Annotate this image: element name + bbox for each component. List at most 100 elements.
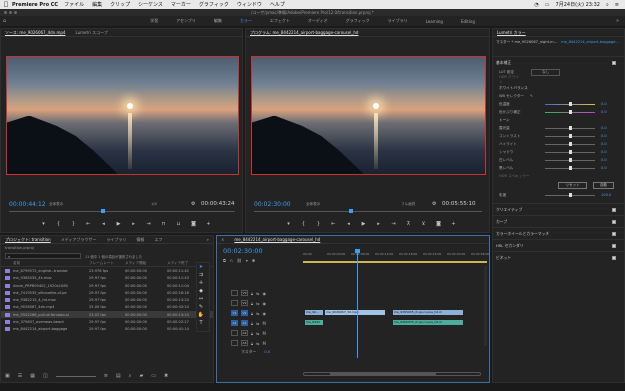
step-forward-icon[interactable]: ▸ (376, 221, 382, 227)
timeline-ruler[interactable]: 00:00 00:02:00:00 00:02:06:00 00:02:12:00 00… (303, 250, 489, 260)
tone-value[interactable]: 0.0 (601, 166, 607, 170)
menu-file[interactable]: ファイル (64, 1, 84, 8)
tone-slider[interactable] (545, 126, 595, 130)
tint-slider[interactable] (545, 110, 595, 114)
curves-enable-checkbox[interactable] (612, 219, 616, 224)
playhead-handle[interactable] (355, 249, 360, 253)
workspace-audio[interactable]: オーディオ (299, 18, 337, 24)
tab-info[interactable]: 情報 (136, 237, 144, 243)
tint-value[interactable]: 0.0 (601, 110, 607, 114)
source-patch[interactable]: A1 (231, 320, 238, 326)
program-quality-select[interactable]: フル画質 (401, 202, 415, 207)
eye-icon[interactable]: ◉ (263, 301, 267, 306)
pen-tool-icon[interactable]: ✎ (197, 303, 205, 311)
clip-v1-b[interactable]: me_9026067_3d.mp4 (325, 310, 385, 315)
lock-icon[interactable]: 🔒︎ (251, 321, 253, 326)
menu-list-icon[interactable]: ≡ (615, 2, 619, 8)
vignette-enable-checkbox[interactable] (612, 255, 616, 260)
zoom-slider[interactable] (55, 376, 96, 377)
lock-icon[interactable]: ▣ (5, 373, 10, 379)
menu-help[interactable]: ヘルプ (270, 1, 285, 8)
creative-enable-checkbox[interactable] (612, 207, 616, 212)
workspace-effects[interactable]: エフェクト (261, 18, 299, 24)
work-area-bar[interactable] (303, 261, 487, 263)
tone-slider[interactable] (545, 142, 595, 146)
close-icon[interactable]: × (221, 237, 224, 242)
freeform-view-icon[interactable]: ◫ (43, 373, 48, 379)
hsl-enable-checkbox[interactable] (612, 243, 616, 248)
slip-tool-icon[interactable]: ↔ (197, 295, 205, 303)
lumetri-section-vignette[interactable]: ビネット (493, 251, 624, 263)
play-icon[interactable]: ▶ (116, 221, 122, 227)
tone-value[interactable]: 0.0 (601, 150, 607, 154)
source-patch[interactable] (231, 330, 238, 336)
track-select-tool-icon[interactable]: ⇉ (197, 271, 205, 279)
automate-icon[interactable]: ▤ (116, 373, 121, 379)
marker-icon[interactable]: ▾ (41, 221, 47, 227)
source-video-frame[interactable] (6, 56, 239, 175)
workspace-learning[interactable]: Learning (417, 19, 452, 24)
menu-sequence[interactable]: シーケンス (138, 1, 163, 8)
icon-view-icon[interactable]: ▦ (30, 373, 35, 379)
add-button-icon[interactable]: + (206, 221, 212, 227)
search-icon[interactable]: ⌕ (606, 2, 609, 8)
source-playhead[interactable] (101, 209, 105, 213)
tone-value[interactable]: 0.0 (601, 126, 607, 130)
linked-selection-icon[interactable]: ⛓ (237, 258, 242, 263)
source-patch[interactable] (231, 290, 238, 296)
workspace-libraries[interactable]: ライブラリ (379, 18, 417, 24)
app-name[interactable]: Premiere Pro CC (12, 2, 58, 8)
lock-icon[interactable]: 🔒︎ (251, 301, 253, 306)
add-marker-icon[interactable]: ▾ (246, 258, 248, 263)
snap-icon[interactable]: ∩ (230, 258, 233, 263)
track-name[interactable]: A3 (241, 340, 248, 346)
workspace-editing[interactable]: 編集 (205, 18, 231, 24)
program-video-frame[interactable] (251, 56, 486, 175)
tone-slider[interactable] (545, 166, 595, 170)
track-name[interactable]: A2 (241, 330, 248, 336)
source-fit-select[interactable]: 全体表示 (49, 202, 63, 207)
tab-project[interactable]: プロジェクト: transition (5, 237, 51, 243)
new-bin-icon[interactable]: ▰ (139, 373, 143, 379)
apple-icon[interactable]:  (0, 1, 12, 8)
sync-icon[interactable]: ⇆ (256, 301, 259, 306)
project-row[interactable]: me_8799572_english--translat 23.976 fps 00… (1, 267, 213, 274)
wheels-enable-checkbox[interactable] (612, 231, 616, 236)
sync-icon[interactable]: ⇆ (256, 291, 259, 296)
tab-libraries[interactable]: ライブラリ (106, 237, 126, 243)
menu-window[interactable]: ウィンドウ (237, 1, 262, 8)
tab-source[interactable]: ソース: me_9026067_4dn.mp4 (5, 30, 65, 36)
mute-icon[interactable]: M (263, 341, 266, 346)
track-name[interactable]: A1 (241, 320, 248, 326)
project-row[interactable]: me_9365035_4k.mov 29.97 fps 00:00:00:00 00:… (1, 275, 213, 282)
mute-icon[interactable]: M (263, 331, 266, 336)
program-fit-select[interactable]: 全体表示 (306, 202, 320, 207)
step-forward-icon[interactable]: ▸ (131, 221, 137, 227)
project-row[interactable]: me_9382215_4_hd.mov 29.97 fps 00:00:00:00 0… (1, 296, 213, 303)
tab-media-browser[interactable]: メディアブラウザー (61, 237, 97, 243)
auto-button[interactable]: 自動 (592, 182, 614, 189)
add-button-icon[interactable]: + (451, 221, 457, 227)
lock-icon[interactable]: 🔒︎ (251, 311, 253, 316)
timeline-timecode[interactable]: 00:02:30:00 (223, 247, 263, 255)
program-timecode[interactable]: 00:02:30:00 (254, 201, 291, 208)
clip-v1-a[interactable]: me_90... (305, 310, 323, 315)
go-to-out-icon[interactable]: ⇥ (391, 221, 397, 227)
mark-out-icon[interactable]: } (71, 221, 77, 227)
menu-edit[interactable]: 編集 (92, 1, 102, 8)
insert-icon[interactable]: ⊓ (161, 221, 167, 227)
eye-icon[interactable]: ◉ (263, 291, 267, 296)
source-patch[interactable] (231, 300, 238, 306)
sync-icon[interactable]: ⇆ (256, 311, 259, 316)
go-to-in-icon[interactable]: ⇤ (331, 221, 337, 227)
vertical-scrollbar[interactable] (484, 266, 487, 346)
source-resolution-select[interactable]: 1/4 (151, 202, 157, 206)
reset-button[interactable]: リセット (558, 182, 587, 189)
lumetri-section-hsl[interactable]: HSL セカンダリ (493, 239, 624, 251)
battery-icon[interactable]: ▭ (545, 2, 550, 8)
tone-slider[interactable] (545, 150, 595, 154)
play-icon[interactable]: ▶ (361, 221, 367, 227)
wifi-icon[interactable]: ◔ (534, 2, 538, 8)
workspace-learn[interactable]: 学習 (141, 18, 167, 24)
clock[interactable]: 7月24日(火) 23:32 (556, 1, 600, 8)
